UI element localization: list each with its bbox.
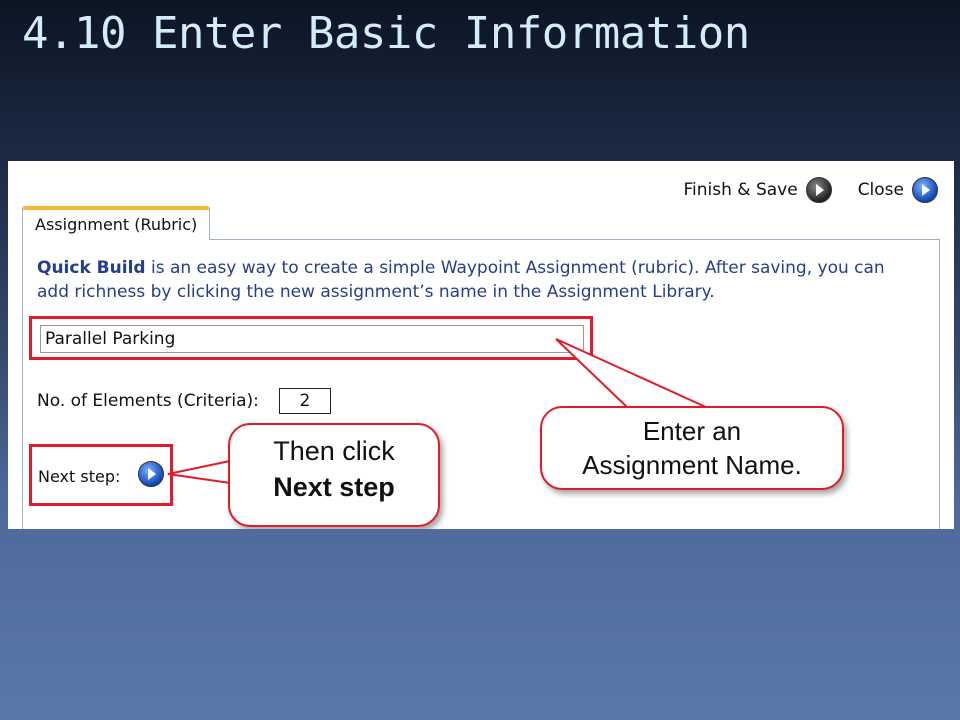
intro-rest: is an easy way to create a simple Waypoi…: [37, 258, 885, 302]
elements-row: No. of Elements (Criteria): 2: [37, 388, 331, 414]
app-screenshot: Finish & Save Close Assignment (Rubric) …: [8, 161, 954, 529]
arrow-right-icon[interactable]: [912, 177, 938, 203]
callout-next-line1: Then click: [273, 436, 395, 466]
assignment-name-input[interactable]: [40, 325, 584, 353]
finish-save-label: Finish & Save: [683, 180, 798, 200]
elements-label: No. of Elements (Criteria):: [37, 391, 259, 411]
tab-assignment-rubric[interactable]: Assignment (Rubric): [22, 206, 211, 240]
toolbar: Finish & Save Close: [658, 177, 938, 203]
elements-count-input[interactable]: 2: [278, 388, 331, 414]
next-step-callout: Then click Next step: [228, 423, 440, 527]
finish-save-button[interactable]: Finish & Save: [684, 177, 832, 203]
assignment-name-callout: Enter an Assignment Name.: [540, 406, 844, 490]
play-icon[interactable]: [805, 177, 832, 203]
close-button[interactable]: Close: [858, 177, 938, 203]
callout-name-line1: Enter an: [642, 416, 742, 446]
name-highlight-box: [29, 316, 593, 360]
next-step-label: Next step:: [38, 467, 121, 486]
close-label: Close: [857, 180, 904, 200]
intro-text: Quick Build is an easy way to create a s…: [37, 256, 917, 304]
callout-next-line2: Next step: [273, 472, 395, 502]
slide-title: 4.10 Enter Basic Information: [22, 8, 750, 59]
callout-name-line2: Assignment Name.: [582, 450, 802, 480]
intro-bold: Quick Build: [37, 258, 146, 278]
next-step-button[interactable]: [138, 461, 164, 487]
next-step-highlight-box: Next step:: [29, 444, 173, 506]
